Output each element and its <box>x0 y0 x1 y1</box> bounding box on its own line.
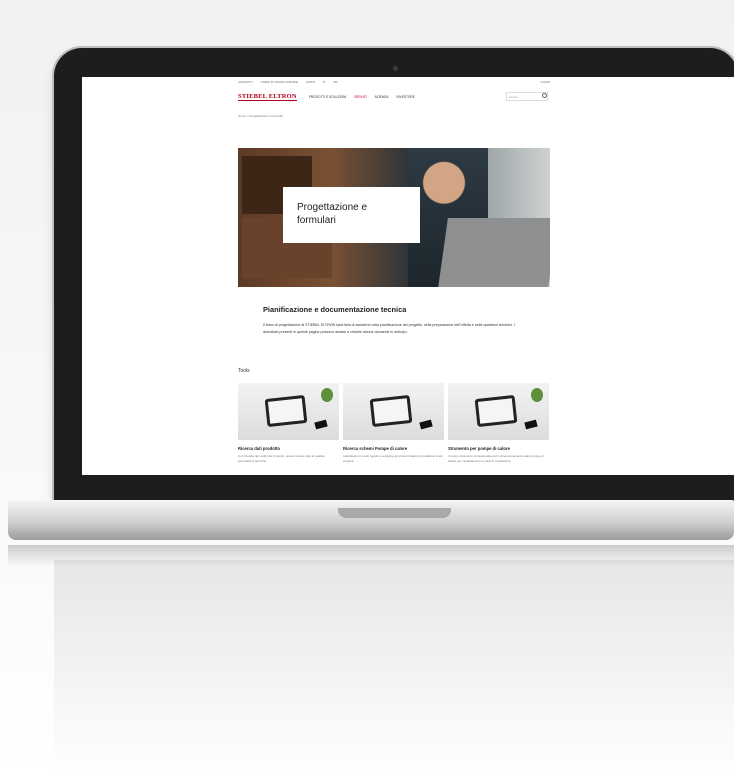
tablet-icon <box>369 394 413 428</box>
laptop-base <box>8 500 734 540</box>
hero-title: Progettazione e formulari <box>297 202 368 226</box>
login-link[interactable]: LOGIN <box>541 80 550 84</box>
phone-icon <box>314 419 328 430</box>
topbar-link[interactable]: FR <box>334 80 338 86</box>
topbar-link[interactable]: IT <box>323 80 326 86</box>
card-image <box>448 383 549 440</box>
reflection <box>54 560 734 780</box>
breadcrumb[interactable]: Home > Progettazione e formulari <box>238 114 283 118</box>
intro-text: Il team di progettazione di STIEBEL ELTR… <box>263 323 516 334</box>
tools-cards: Ricerca dati prodotto Con l’ausilio dei … <box>238 383 550 464</box>
card-text: Il nostro strumento professionale per il… <box>448 454 544 463</box>
intro-title: Pianificazione e documentazione tecnica <box>263 305 407 314</box>
card-title[interactable]: Ricerca dati prodotto <box>238 446 339 451</box>
tool-card[interactable]: Ricerca dati prodotto Con l’ausilio dei … <box>238 383 339 464</box>
laptop-notch <box>338 508 451 518</box>
card-image <box>343 383 444 440</box>
topbar-link[interactable]: AIUTO <box>306 80 315 86</box>
search-icon[interactable] <box>542 93 547 98</box>
topbar-link[interactable]: CONTATTI <box>238 80 253 86</box>
brand-logo[interactable]: STIEBEL ELTRON <box>238 93 297 101</box>
card-image <box>238 383 339 440</box>
hero-title-box: Progettazione e formulari <box>283 187 420 243</box>
phone-icon <box>419 419 433 430</box>
hero-image: Progettazione e formulari <box>238 148 550 287</box>
website: CONTATTI CORSI DI INSTALLAZIONE AIUTO IT… <box>238 77 550 475</box>
nav-item[interactable]: AZIENDA <box>375 95 389 99</box>
card-text: Individuare in modo rapido e semplice gl… <box>343 454 443 463</box>
camera-icon <box>393 66 398 71</box>
top-utility-bar: CONTATTI CORSI DI INSTALLAZIONE AIUTO IT… <box>238 80 550 86</box>
laptop-graphic <box>438 218 550 287</box>
site-header: STIEBEL ELTRON PRODOTTI E SOLUZIONI SERV… <box>238 91 550 103</box>
topbar-link[interactable]: CORSI DI INSTALLAZIONE <box>261 80 298 86</box>
nav-item[interactable]: PRODOTTI E SOLUZIONI <box>309 95 347 99</box>
card-title[interactable]: Strumento per pompe di calore <box>448 446 549 451</box>
plant-icon <box>321 388 333 402</box>
tools-title: Tools <box>238 368 250 374</box>
card-title[interactable]: Ricerca schemi Pompe di calore <box>343 446 444 451</box>
tablet-icon <box>474 394 518 428</box>
nav-item-active[interactable]: SERVIZI <box>354 95 366 99</box>
nav-item[interactable]: INVESTORE <box>396 95 414 99</box>
plant-icon <box>531 388 543 402</box>
laptop-screen: CONTATTI CORSI DI INSTALLAZIONE AIUTO IT… <box>82 77 734 475</box>
main-nav: PRODOTTI E SOLUZIONI SERVIZI AZIENDA INV… <box>309 95 415 99</box>
tool-card[interactable]: Strumento per pompe di calore Il nostro … <box>448 383 549 464</box>
tablet-icon <box>264 394 308 428</box>
tool-card[interactable]: Ricerca schemi Pompe di calore Individua… <box>343 383 444 464</box>
card-text: Con l’ausilio dei codici del prodotto, p… <box>238 454 325 463</box>
phone-icon <box>524 419 538 430</box>
